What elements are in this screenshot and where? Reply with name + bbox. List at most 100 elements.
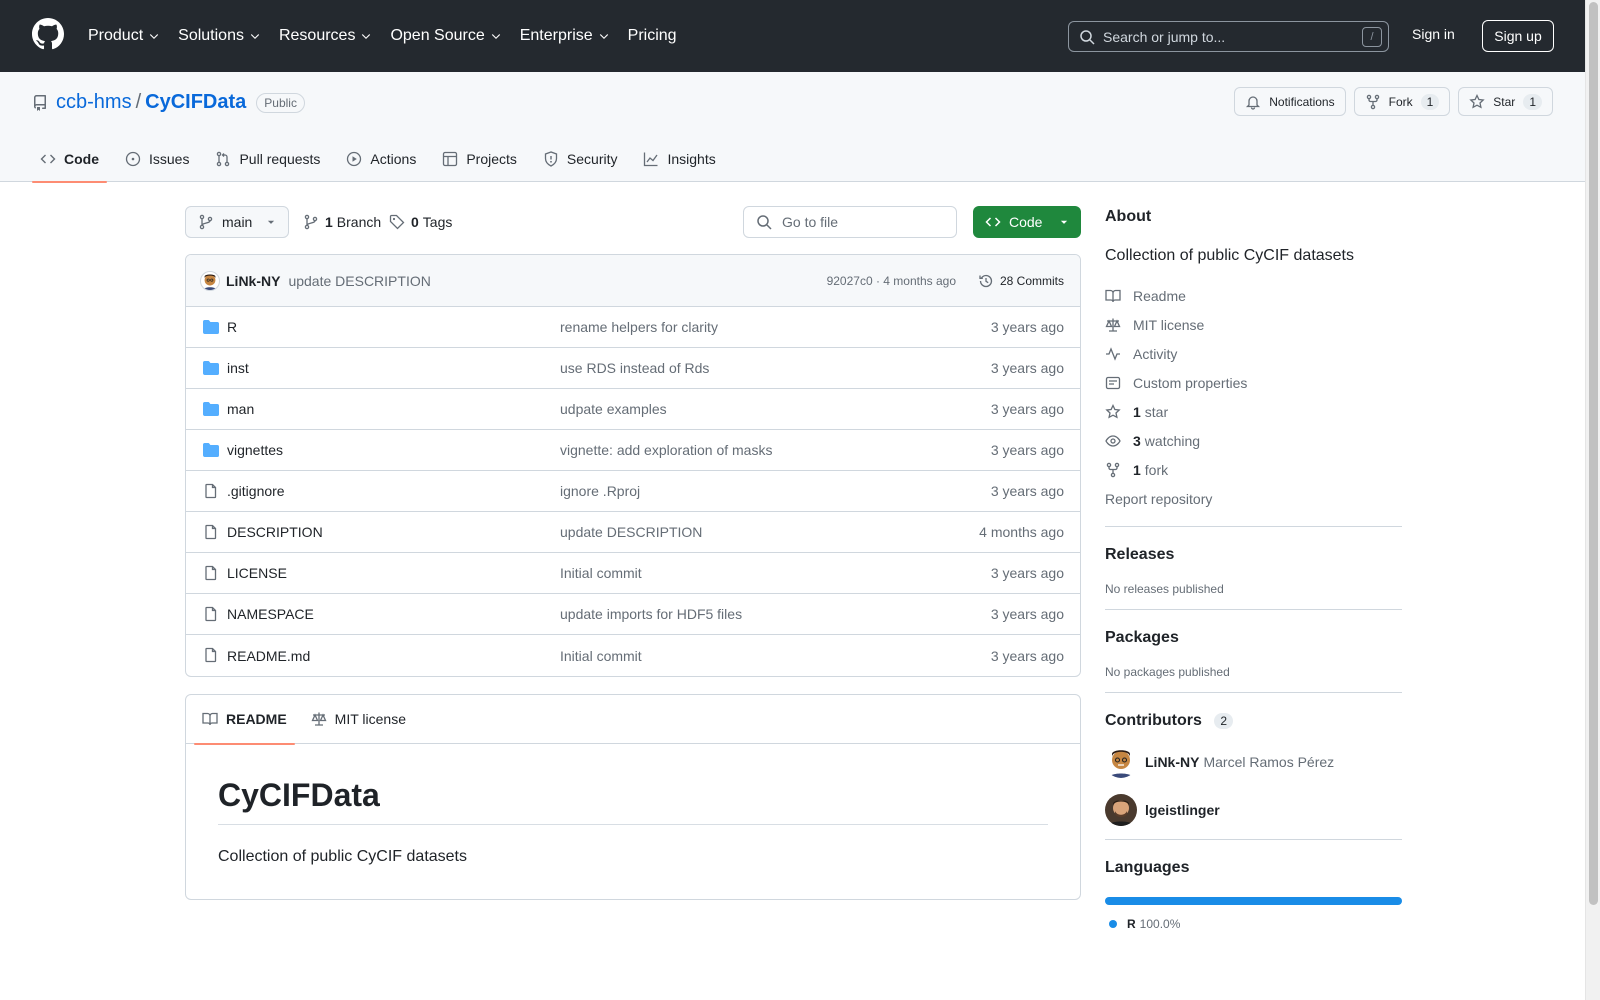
license-link-label: MIT license <box>1133 316 1205 333</box>
releases-title[interactable]: Releases <box>1105 546 1402 564</box>
custom-properties-link-label: Custom properties <box>1133 374 1248 391</box>
tab-issues[interactable]: Issues <box>117 135 197 182</box>
readme-link-label: Readme <box>1133 287 1186 304</box>
forks-count: 1 <box>1133 461 1141 478</box>
forks-link[interactable]: 1 fork <box>1105 455 1402 484</box>
file-age: 3 years ago <box>990 565 1064 581</box>
fork-button[interactable]: Fork 1 <box>1353 87 1451 116</box>
branch-selector[interactable]: main <box>185 206 289 238</box>
file-name-link[interactable]: DESCRIPTION <box>227 524 323 540</box>
commit-message-link[interactable]: update DESCRIPTION <box>288 273 430 289</box>
file-commit-message[interactable]: use RDS instead of Rds <box>560 360 709 376</box>
language-color-dot <box>1109 920 1117 928</box>
file-commit-message[interactable]: vignette: add exploration of masks <box>560 442 772 458</box>
readme-link[interactable]: Readme <box>1105 281 1402 310</box>
contributor-item[interactable]: LiNk-NY Marcel Ramos Pérez <box>1105 746 1402 778</box>
tab-pull-requests[interactable]: Pull requests <box>207 135 328 182</box>
stars-link[interactable]: 1 star <box>1105 397 1402 426</box>
eye-icon <box>1105 434 1121 447</box>
search-input[interactable]: Search or jump to... / <box>1068 21 1389 52</box>
language-item[interactable]: R 100.0% <box>1105 917 1402 931</box>
repo-owner-link[interactable]: ccb-hms <box>56 91 132 114</box>
commit-author-link[interactable]: LiNk-NY <box>226 273 280 289</box>
search-shortcut-key: / <box>1362 26 1382 47</box>
file-row-license[interactable]: LICENSE Initial commit 3 years ago <box>186 553 1080 594</box>
tab-insights[interactable]: Insights <box>635 135 723 182</box>
file-row-inst[interactable]: inst use RDS instead of Rds 3 years ago <box>186 348 1080 389</box>
commit-author-avatar[interactable] <box>200 270 220 291</box>
commits-history-link[interactable]: 28 Commits <box>978 273 1064 289</box>
language-percent: 100.0% <box>1139 917 1181 931</box>
license-link[interactable]: MIT license <box>1105 310 1402 339</box>
file-row-description[interactable]: DESCRIPTION update DESCRIPTION 4 months … <box>186 512 1080 553</box>
go-to-file-input[interactable]: Go to file <box>743 206 957 238</box>
file-commit-message[interactable]: Initial commit <box>560 565 642 581</box>
file-name-link[interactable]: man <box>227 401 254 417</box>
file-row-namespace[interactable]: NAMESPACE update imports for HDF5 files … <box>186 594 1080 635</box>
book-icon <box>1105 289 1121 302</box>
tab-actions-label: Actions <box>370 150 417 167</box>
sign-up-button[interactable]: Sign up <box>1482 20 1554 52</box>
file-name-link[interactable]: vignettes <box>227 442 283 458</box>
file-row-vignettes[interactable]: vignettes vignette: add exploration of m… <box>186 430 1080 471</box>
file-name-link[interactable]: inst <box>227 360 249 376</box>
nav-product[interactable]: Product <box>88 27 160 45</box>
file-row-man[interactable]: man udpate examples 3 years ago <box>186 389 1080 430</box>
branches-link[interactable]: 1 Branch <box>303 214 381 230</box>
page-scrollbar[interactable] <box>1585 0 1600 1000</box>
branch-icon <box>304 214 318 230</box>
contributors-title[interactable]: Contributors 2 <box>1105 712 1402 730</box>
star-count: 1 <box>1523 93 1542 110</box>
play-icon <box>347 151 362 166</box>
scrollbar-thumb[interactable] <box>1589 2 1598 905</box>
star-button[interactable]: Star 1 <box>1458 87 1553 116</box>
contributor-item[interactable]: lgeistlinger <box>1105 794 1402 826</box>
nav-resources[interactable]: Resources <box>279 27 372 45</box>
nav-solutions[interactable]: Solutions <box>178 27 261 45</box>
file-row-r[interactable]: R rename helpers for clarity 3 years ago <box>186 307 1080 348</box>
file-row-gitignore[interactable]: .gitignore ignore .Rproj 3 years ago <box>186 471 1080 512</box>
file-commit-message[interactable]: rename helpers for clarity <box>560 319 718 335</box>
github-logo-icon[interactable] <box>32 18 64 50</box>
license-tab[interactable]: MIT license <box>303 695 414 744</box>
chevron-down-icon <box>491 34 500 40</box>
tag-count-label: Tags <box>422 214 453 230</box>
repo-name-link[interactable]: CyCIFData <box>145 91 246 114</box>
commit-meta: 92027c0 · 4 months ago <box>826 273 956 288</box>
file-commit-message[interactable]: Initial commit <box>560 648 642 664</box>
branch-name: main <box>222 214 253 230</box>
tab-code[interactable]: Code <box>32 135 107 183</box>
file-name-link[interactable]: LICENSE <box>227 565 287 581</box>
file-name-link[interactable]: .gitignore <box>227 483 285 499</box>
file-row-readme[interactable]: README.md Initial commit 3 years ago <box>186 635 1080 676</box>
file-commit-message[interactable]: update imports for HDF5 files <box>560 606 742 622</box>
nav-enterprise[interactable]: Enterprise <box>520 27 610 45</box>
sign-in-link[interactable]: Sign in <box>1412 26 1455 42</box>
activity-link[interactable]: Activity <box>1105 339 1402 368</box>
nav-pricing[interactable]: Pricing <box>628 27 677 45</box>
file-commit-message[interactable]: update DESCRIPTION <box>560 524 702 540</box>
watchers-link[interactable]: 3 watching <box>1105 426 1402 455</box>
code-button[interactable]: Code <box>973 206 1081 238</box>
tags-link[interactable]: 0 Tags <box>389 214 452 230</box>
code-icon <box>985 217 1001 227</box>
nav-open-source[interactable]: Open Source <box>390 27 501 45</box>
readme-tab[interactable]: README <box>194 695 295 745</box>
branch-count-label: Branch <box>336 214 382 230</box>
file-name-link[interactable]: R <box>227 319 237 335</box>
custom-properties-link[interactable]: Custom properties <box>1105 368 1402 397</box>
tab-projects[interactable]: Projects <box>434 135 525 182</box>
file-name-link[interactable]: README.md <box>227 648 310 664</box>
readme-panel: README MIT license CyCIFData Collection … <box>185 694 1081 900</box>
file-name-link[interactable]: NAMESPACE <box>227 606 314 622</box>
tab-security[interactable]: Security <box>535 135 626 182</box>
file-commit-message[interactable]: ignore .Rproj <box>560 483 640 499</box>
notifications-button[interactable]: Notifications <box>1234 87 1346 116</box>
tab-actions[interactable]: Actions <box>338 135 424 182</box>
folder-icon <box>203 320 219 334</box>
packages-title[interactable]: Packages <box>1105 629 1402 647</box>
about-title: About <box>1105 208 1152 225</box>
report-repository-link[interactable]: Report repository <box>1105 484 1402 513</box>
repo-nav: Code Issues Pull requests Actions Projec… <box>32 135 734 183</box>
file-commit-message[interactable]: udpate examples <box>560 401 667 417</box>
